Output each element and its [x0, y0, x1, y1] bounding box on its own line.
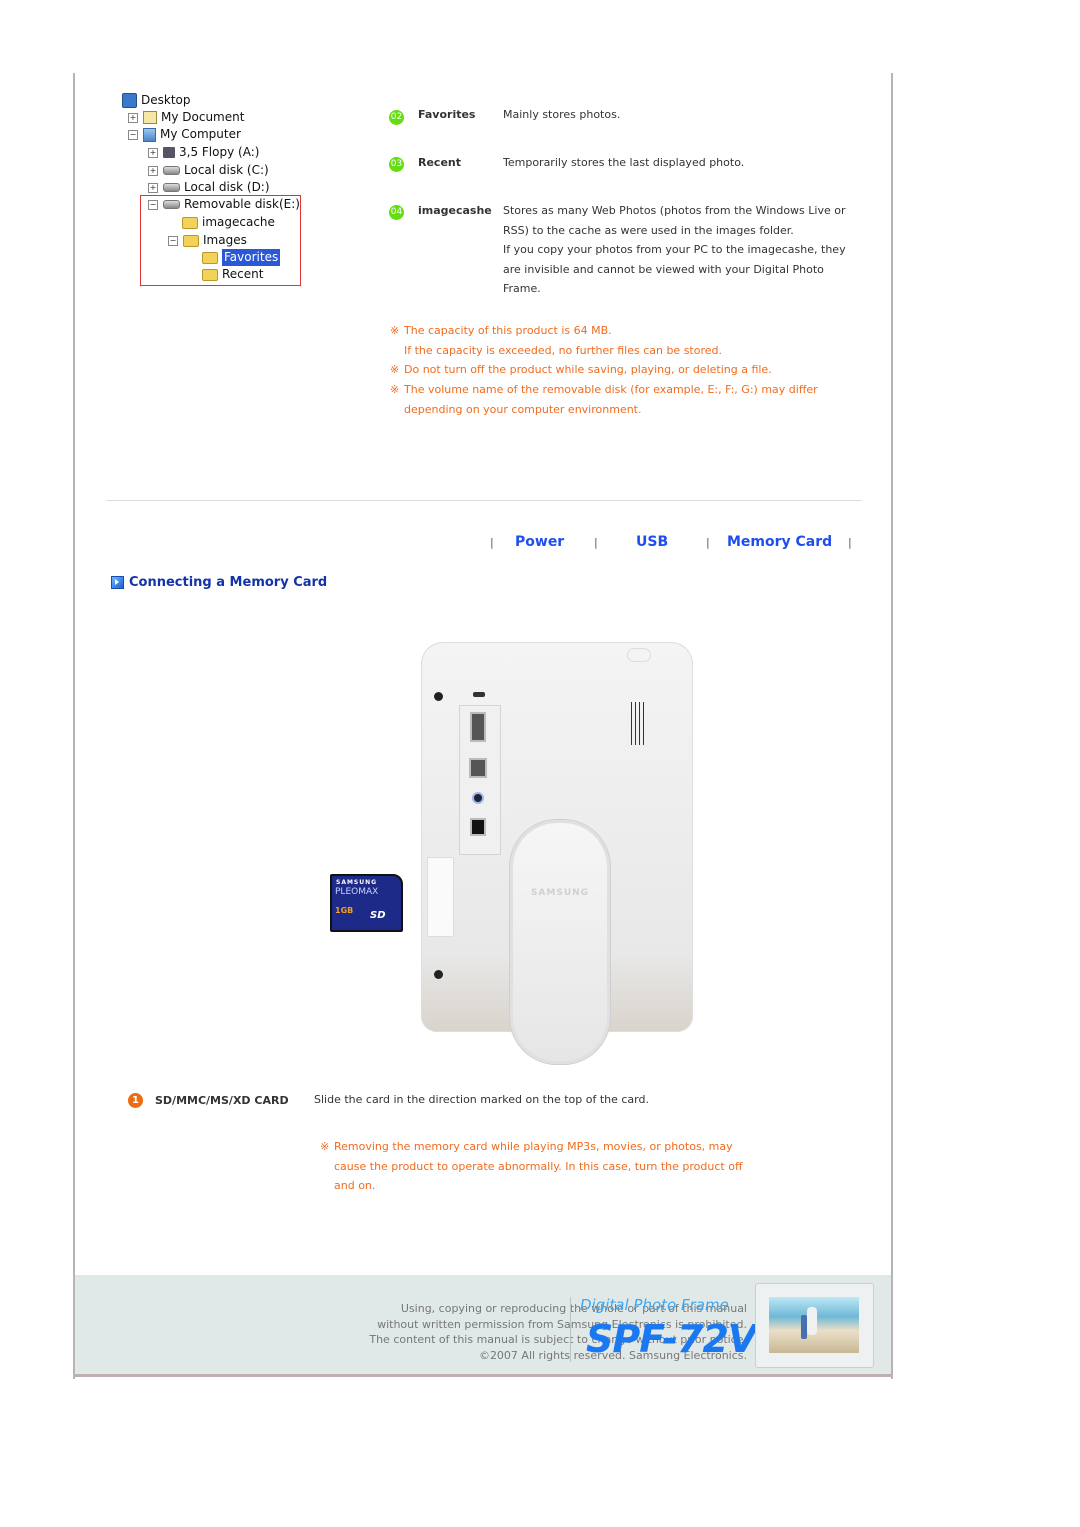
- speaker-grille: [631, 702, 645, 745]
- usb-device-port-icon: [469, 758, 487, 778]
- definition-term: Favorites: [418, 108, 476, 121]
- section-divider: [106, 500, 862, 501]
- number-badge: 02: [389, 110, 404, 125]
- note-line: and on.: [334, 1179, 376, 1193]
- note-line: depending on your computer environment.: [404, 402, 642, 416]
- screw-hole: [434, 970, 443, 979]
- highlight-box: [140, 195, 301, 286]
- nav-link-memory-card[interactable]: Memory Card: [727, 534, 832, 550]
- definition-term: imagecashe: [418, 204, 492, 217]
- definition-desc: Temporarily stores the last displayed ph…: [503, 156, 745, 169]
- nav-link-power[interactable]: Power: [515, 534, 564, 550]
- reset-button-icon: [473, 692, 485, 697]
- desktop-icon: [122, 93, 137, 108]
- memory-card-slot: [427, 857, 454, 937]
- collapse-icon[interactable]: −: [128, 129, 138, 140]
- reference-mark-icon: ※: [390, 363, 400, 377]
- beach-photo: [769, 1297, 859, 1353]
- number-badge: 03: [389, 157, 404, 172]
- computer-icon: [143, 127, 156, 142]
- definition-desc: Mainly stores photos.: [503, 108, 621, 121]
- footer-divider: [570, 1297, 571, 1362]
- floppy-icon: [163, 147, 175, 158]
- nav-link-usb[interactable]: USB: [636, 534, 668, 550]
- card-item-term: SD/MMC/MS/XD CARD: [155, 1094, 289, 1107]
- expand-icon[interactable]: +: [128, 112, 138, 123]
- number-badge: 04: [389, 205, 404, 220]
- nav-separator: |: [490, 536, 494, 549]
- nav-separator: |: [848, 536, 852, 549]
- section-heading: Connecting a Memory Card: [111, 575, 327, 590]
- note-line: ※ The volume name of the removable disk (…: [390, 380, 818, 400]
- note-line: ※ The capacity of this product is 64 MB.: [390, 321, 818, 341]
- tree-item-local-disk-c[interactable]: + Local disk (C:): [148, 162, 269, 179]
- card-item-desc: Slide the card in the direction marked o…: [314, 1093, 649, 1106]
- tree-item-desktop[interactable]: Desktop: [122, 92, 191, 109]
- notes-bottom: ※ Removing the memory card while playing …: [320, 1137, 743, 1196]
- note-line: If the capacity is exceeded, no further …: [404, 343, 723, 357]
- expand-icon[interactable]: +: [148, 147, 158, 158]
- reference-mark-icon: ※: [390, 324, 400, 337]
- tree-item-floppy[interactable]: + 3,5 Flopy (A:): [148, 144, 259, 161]
- stand: SAMSUNG: [510, 820, 610, 1064]
- tree-item-my-document[interactable]: + My Document: [128, 109, 244, 126]
- nav-separator: |: [706, 536, 710, 549]
- disk-icon: [163, 166, 180, 175]
- reference-mark-icon: ※: [390, 383, 400, 397]
- dc-in-port-icon: [470, 818, 486, 836]
- product-line: Digital Photo Frame: [580, 1296, 729, 1314]
- model-name: SPF-72V: [586, 1317, 757, 1361]
- port-panel: [459, 705, 501, 855]
- sd-card: SAMSUNG PLEOMAX 1GB SD: [330, 874, 403, 932]
- note-line: ※ Removing the memory card while playing …: [320, 1137, 743, 1157]
- reference-mark-icon: ※: [320, 1140, 330, 1153]
- tree-item-my-computer[interactable]: − My Computer: [128, 126, 241, 143]
- definition-term: Recent: [418, 156, 462, 169]
- definition-desc: Stores as many Web Photos (photos from t…: [503, 204, 846, 295]
- power-button-icon: [627, 648, 651, 662]
- usb-host-port-icon: [470, 712, 486, 742]
- disk-icon: [163, 183, 180, 192]
- nav-separator: |: [594, 536, 598, 549]
- document-icon: [143, 111, 157, 124]
- bullet-arrow-icon: [111, 576, 124, 589]
- notes-top: ※ The capacity of this product is 64 MB. …: [390, 321, 818, 420]
- note-line: cause the product to operate abnormally.…: [334, 1159, 743, 1173]
- product-thumbnail: [755, 1283, 874, 1368]
- screw-hole: [434, 692, 443, 701]
- note-line: ※ Do not turn off the product while savin…: [390, 360, 818, 380]
- tree-item-local-disk-d[interactable]: + Local disk (D:): [148, 179, 270, 196]
- expand-icon[interactable]: +: [148, 182, 158, 193]
- headphone-jack-icon: [472, 792, 484, 804]
- expand-icon[interactable]: +: [148, 165, 158, 176]
- number-badge: 1: [128, 1093, 143, 1108]
